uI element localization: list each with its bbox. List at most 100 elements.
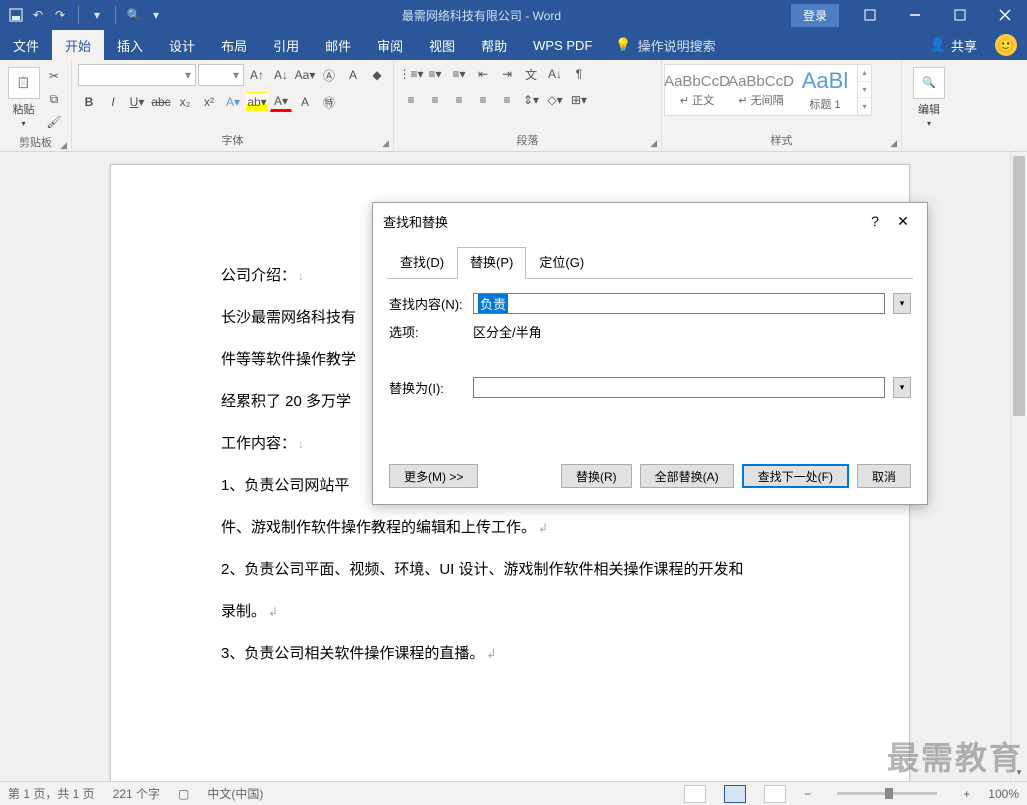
text-effects-icon[interactable]: A▾ bbox=[222, 92, 244, 112]
ribbon-options-icon[interactable] bbox=[847, 0, 892, 30]
dialog-help-icon[interactable]: ? bbox=[861, 213, 889, 229]
tab-design[interactable]: 设计 bbox=[156, 30, 208, 60]
styles-dialog-launcher[interactable]: ◢ bbox=[890, 138, 897, 149]
status-proofing-icon[interactable]: ▢ bbox=[178, 787, 189, 801]
tab-wpspdf[interactable]: WPS PDF bbox=[520, 30, 605, 60]
numbering-icon[interactable]: ≡▾ bbox=[424, 64, 446, 84]
find-input[interactable]: 负责 bbox=[473, 293, 885, 314]
increase-indent-icon[interactable]: ⇥ bbox=[496, 64, 518, 84]
replace-history-dropdown[interactable]: ▾ bbox=[893, 377, 911, 398]
redo-icon[interactable]: ↷ bbox=[52, 7, 68, 23]
tab-mailings[interactable]: 邮件 bbox=[312, 30, 364, 60]
view-print-icon[interactable] bbox=[724, 785, 746, 803]
undo-icon[interactable]: ↶ bbox=[30, 7, 46, 23]
tab-help[interactable]: 帮助 bbox=[468, 30, 520, 60]
dialog-close-icon[interactable]: ✕ bbox=[889, 213, 917, 230]
tab-view[interactable]: 视图 bbox=[416, 30, 468, 60]
font-dialog-launcher[interactable]: ◢ bbox=[382, 138, 389, 149]
style-normal[interactable]: AaBbCcD↵ 正文 bbox=[665, 65, 729, 115]
styles-gallery[interactable]: AaBbCcD↵ 正文 AaBbCcD↵ 无间隔 AaBl标题 1 ▴▾▾ bbox=[664, 64, 872, 116]
grow-font-icon[interactable]: A↑ bbox=[246, 65, 268, 85]
format-painter-icon[interactable]: 🖌 bbox=[43, 112, 65, 132]
dialog-tab-find[interactable]: 查找(D) bbox=[387, 247, 457, 278]
bullets-icon[interactable]: ⋮≡▾ bbox=[400, 64, 422, 84]
align-center-icon[interactable]: ≡ bbox=[424, 90, 446, 110]
view-web-icon[interactable] bbox=[764, 785, 786, 803]
scroll-thumb[interactable] bbox=[1013, 156, 1025, 416]
paste-button[interactable]: 📋 粘贴 ▾ bbox=[6, 64, 41, 130]
font-size-combo[interactable]: ▾ bbox=[198, 64, 244, 86]
find-history-dropdown[interactable]: ▾ bbox=[893, 293, 911, 314]
subscript-icon[interactable]: x₂ bbox=[174, 92, 196, 112]
multilevel-icon[interactable]: ≡▾ bbox=[448, 64, 470, 84]
justify-icon[interactable]: ≡ bbox=[472, 90, 494, 110]
sort-icon[interactable]: A↓ bbox=[544, 64, 566, 84]
shading-icon[interactable]: ◇▾ bbox=[544, 90, 566, 110]
style-heading1[interactable]: AaBl标题 1 bbox=[793, 65, 857, 115]
align-left-icon[interactable]: ≡ bbox=[400, 90, 422, 110]
find-next-button[interactable]: 查找下一处(F) bbox=[742, 464, 849, 488]
editing-button[interactable]: 🔍 编辑 ▾ bbox=[908, 64, 950, 130]
qat-more-icon[interactable]: ▾ bbox=[148, 7, 164, 23]
login-button[interactable]: 登录 bbox=[791, 4, 839, 27]
font-color-icon[interactable]: A▾ bbox=[270, 92, 292, 112]
close-icon[interactable] bbox=[982, 0, 1027, 30]
clear-format-icon[interactable]: ◆ bbox=[366, 65, 388, 85]
highlight-icon[interactable]: ab▾ bbox=[246, 92, 268, 112]
tell-me[interactable]: 💡操作说明搜索 bbox=[605, 30, 725, 60]
replace-all-button[interactable]: 全部替换(A) bbox=[640, 464, 734, 488]
italic-icon[interactable]: I bbox=[102, 92, 124, 112]
more-button[interactable]: 更多(M) >> bbox=[389, 464, 478, 488]
char-border-icon[interactable]: A bbox=[342, 65, 364, 85]
cut-icon[interactable]: ✂ bbox=[43, 66, 65, 86]
text-direction-icon[interactable]: 文 bbox=[520, 64, 542, 84]
tab-home[interactable]: 开始 bbox=[52, 30, 104, 60]
show-marks-icon[interactable]: ¶ bbox=[568, 64, 590, 84]
status-page[interactable]: 第 1 页，共 1 页 bbox=[8, 785, 95, 802]
vertical-scrollbar[interactable]: ▴ ▾ bbox=[1010, 152, 1027, 781]
paragraph-dialog-launcher[interactable]: ◢ bbox=[650, 138, 657, 149]
char-shading-icon[interactable]: A bbox=[294, 92, 316, 112]
tab-references[interactable]: 引用 bbox=[260, 30, 312, 60]
minimize-icon[interactable] bbox=[892, 0, 937, 30]
dialog-tab-replace[interactable]: 替换(P) bbox=[457, 247, 526, 279]
share-button[interactable]: 👤共享 bbox=[918, 30, 989, 60]
status-language[interactable]: 中文(中国) bbox=[207, 785, 263, 802]
save-icon[interactable] bbox=[8, 7, 24, 23]
maximize-icon[interactable] bbox=[937, 0, 982, 30]
bold-icon[interactable]: B bbox=[78, 92, 100, 112]
style-scroll-down[interactable]: ▾ bbox=[858, 82, 871, 99]
replace-button[interactable]: 替换(R) bbox=[561, 464, 632, 488]
copy-icon[interactable]: ⧉ bbox=[43, 89, 65, 109]
style-expand[interactable]: ▾ bbox=[858, 98, 871, 115]
dialog-tab-goto[interactable]: 定位(G) bbox=[526, 247, 597, 278]
tab-insert[interactable]: 插入 bbox=[104, 30, 156, 60]
underline-icon[interactable]: U▾ bbox=[126, 92, 148, 112]
font-name-combo[interactable]: ▾ bbox=[78, 64, 196, 86]
distribute-icon[interactable]: ≡ bbox=[496, 90, 518, 110]
line-spacing-icon[interactable]: ⇕▾ bbox=[520, 90, 542, 110]
view-read-icon[interactable] bbox=[684, 785, 706, 803]
zoom-in-icon[interactable]: + bbox=[963, 787, 970, 801]
style-scroll-up[interactable]: ▴ bbox=[858, 65, 871, 82]
align-right-icon[interactable]: ≡ bbox=[448, 90, 470, 110]
phonetic-icon[interactable]: Ⓐ bbox=[318, 65, 340, 85]
zoom-out-icon[interactable]: − bbox=[804, 787, 811, 801]
search-icon[interactable]: 🔍 bbox=[126, 7, 142, 23]
tab-review[interactable]: 审阅 bbox=[364, 30, 416, 60]
qat-dropdown-icon[interactable]: ▾ bbox=[89, 7, 105, 23]
status-words[interactable]: 221 个字 bbox=[113, 785, 160, 802]
superscript-icon[interactable]: x² bbox=[198, 92, 220, 112]
tab-layout[interactable]: 布局 bbox=[208, 30, 260, 60]
zoom-slider[interactable] bbox=[837, 792, 937, 795]
enclose-char-icon[interactable]: ㊕ bbox=[318, 92, 340, 112]
strikethrough-icon[interactable]: abc bbox=[150, 92, 172, 112]
change-case-icon[interactable]: Aa▾ bbox=[294, 65, 316, 85]
borders-icon[interactable]: ⊞▾ bbox=[568, 90, 590, 110]
feedback-icon[interactable]: 🙂 bbox=[995, 34, 1017, 56]
clipboard-dialog-launcher[interactable]: ◢ bbox=[60, 140, 67, 151]
zoom-level[interactable]: 100% bbox=[988, 787, 1019, 801]
cancel-button[interactable]: 取消 bbox=[857, 464, 911, 488]
shrink-font-icon[interactable]: A↓ bbox=[270, 65, 292, 85]
decrease-indent-icon[interactable]: ⇤ bbox=[472, 64, 494, 84]
